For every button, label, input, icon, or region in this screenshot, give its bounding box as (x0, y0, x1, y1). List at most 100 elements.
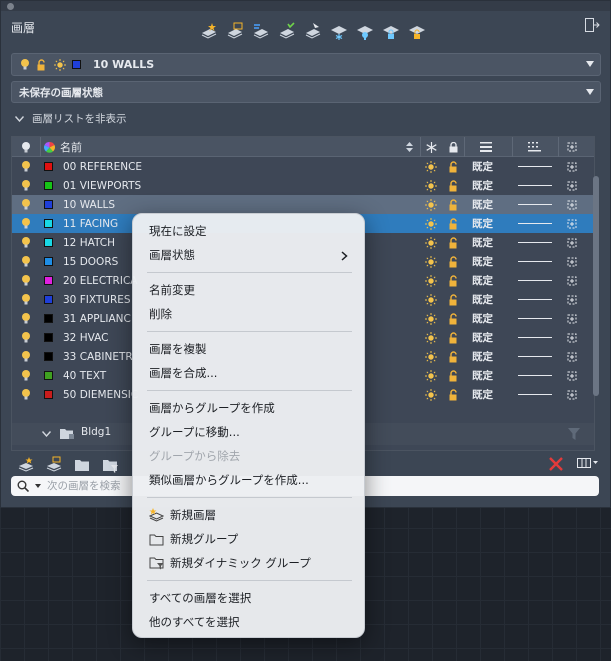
linetype-column-header[interactable] (528, 137, 541, 157)
menu-rename[interactable]: 名前変更 (149, 282, 195, 298)
lineweight-sample[interactable] (518, 223, 552, 224)
plot-icon[interactable] (566, 237, 578, 249)
lock-icon[interactable] (381, 21, 401, 41)
current-layer-dropdown[interactable]: 10 WALLS (11, 53, 601, 76)
bulb-on-icon[interactable] (21, 179, 31, 192)
plot-icon[interactable] (566, 256, 578, 268)
freeze-icon[interactable] (329, 21, 349, 41)
lineweight-sample[interactable] (518, 204, 552, 205)
layer-color-swatch[interactable] (44, 276, 53, 285)
layer-color-swatch[interactable] (44, 238, 53, 247)
linetype-value[interactable]: 既定 (472, 347, 493, 366)
linetype-value[interactable]: 既定 (472, 290, 493, 309)
layer-color-swatch[interactable] (44, 390, 53, 399)
menu-delete[interactable]: 削除 (149, 306, 172, 322)
layer-color-swatch[interactable] (44, 314, 53, 323)
linetype-value[interactable]: 既定 (472, 385, 493, 404)
layer-color-swatch[interactable] (44, 181, 53, 190)
menu-group-from-similar[interactable]: 類似画層からグループを作成... (149, 472, 309, 488)
menu-layer-states[interactable]: 画層状態 (149, 247, 349, 263)
thawed-sun-icon[interactable] (425, 312, 437, 325)
new-group-folder-icon[interactable] (73, 456, 91, 474)
thawed-sun-icon[interactable] (425, 350, 437, 363)
layer-state-dropdown[interactable]: 未保存の画層状態 (11, 81, 601, 103)
thawed-sun-icon[interactable] (425, 179, 437, 192)
layer-color-swatch[interactable] (44, 200, 53, 209)
lock-column-header[interactable] (449, 137, 458, 157)
unlocked-icon[interactable] (448, 160, 460, 173)
sort-toggle-icon[interactable] (406, 137, 413, 157)
freeze-column-header[interactable] (426, 137, 437, 157)
table-row[interactable]: 00 REFERENCE 既定 (12, 157, 594, 176)
menu-select-all-layers[interactable]: すべての画層を選択 (149, 590, 251, 606)
lineweight-sample[interactable] (518, 299, 552, 300)
layer-color-swatch[interactable] (44, 257, 53, 266)
title-bar[interactable] (1, 1, 610, 11)
bulb-on-icon[interactable] (21, 217, 31, 230)
new-vp-frozen-layer-icon[interactable] (225, 21, 245, 41)
menu-group-from-layers[interactable]: 画層からグループを作成 (149, 400, 275, 416)
hide-layer-list-toggle[interactable]: 画層リストを非表示 (15, 111, 127, 126)
linetype-value[interactable]: 既定 (472, 233, 493, 252)
linetype-value[interactable]: 既定 (472, 366, 493, 385)
new-vp-frozen-layer-icon[interactable] (45, 456, 63, 474)
bulb-on-icon[interactable] (21, 350, 31, 363)
bulb-on-icon[interactable] (21, 331, 31, 344)
filter-icon[interactable] (568, 428, 580, 440)
menu-merge-layers[interactable]: 画層を合成... (149, 365, 217, 381)
thawed-sun-icon[interactable] (425, 198, 437, 211)
plot-icon[interactable] (566, 313, 578, 325)
menu-select-all-others[interactable]: 他のすべてを選択 (149, 614, 240, 630)
plot-icon[interactable] (566, 199, 578, 211)
unlocked-icon[interactable] (448, 350, 460, 363)
unlocked-icon[interactable] (448, 331, 460, 344)
layer-color-swatch[interactable] (44, 352, 53, 361)
layer-color-swatch[interactable] (44, 295, 53, 304)
plot-icon[interactable] (566, 275, 578, 287)
unlocked-icon[interactable] (448, 179, 460, 192)
thawed-sun-icon[interactable] (425, 255, 437, 268)
unlocked-icon[interactable] (448, 198, 460, 211)
bulb-on-icon[interactable] (21, 274, 31, 287)
bulb-on-icon[interactable] (21, 255, 31, 268)
unlocked-icon[interactable] (448, 293, 460, 306)
linetype-value[interactable]: 既定 (472, 195, 493, 214)
lineweight-sample[interactable] (518, 318, 552, 319)
isolate-icon[interactable] (355, 21, 375, 41)
layer-match-icon[interactable] (303, 21, 323, 41)
unlocked-icon[interactable] (448, 369, 460, 382)
layer-color-swatch[interactable] (44, 371, 53, 380)
thawed-sun-icon[interactable] (425, 217, 437, 230)
unlocked-icon[interactable] (448, 236, 460, 249)
unlock-icon[interactable] (407, 21, 427, 41)
thawed-sun-icon[interactable] (425, 160, 437, 173)
thawed-sun-icon[interactable] (425, 331, 437, 344)
thawed-sun-icon[interactable] (425, 388, 437, 401)
unlocked-icon[interactable] (448, 217, 460, 230)
layer-color-swatch[interactable] (44, 162, 53, 171)
plot-icon[interactable] (566, 161, 578, 173)
new-layer-icon[interactable] (199, 21, 219, 41)
bulb-on-icon[interactable] (21, 160, 31, 173)
lineweight-column-header[interactable] (480, 137, 492, 157)
lineweight-sample[interactable] (518, 242, 552, 243)
bulb-on-icon[interactable] (21, 312, 31, 325)
thawed-sun-icon[interactable] (425, 274, 437, 287)
menu-new-group[interactable]: 新規グループ (149, 531, 238, 547)
linetype-value[interactable]: 既定 (472, 176, 493, 195)
plot-icon[interactable] (566, 294, 578, 306)
lineweight-sample[interactable] (518, 394, 552, 395)
lineweight-sample[interactable] (518, 337, 552, 338)
table-row[interactable]: 10 WALLS 既定 (12, 195, 594, 214)
chevron-down-icon[interactable] (35, 484, 41, 488)
linetype-value[interactable]: 既定 (472, 328, 493, 347)
on-column-header[interactable] (21, 137, 31, 157)
linetype-value[interactable]: 既定 (472, 271, 493, 290)
lineweight-sample[interactable] (518, 375, 552, 376)
linetype-value[interactable]: 既定 (472, 309, 493, 328)
dock-panel-icon[interactable] (584, 17, 600, 33)
name-column-header[interactable]: 名前 (44, 137, 82, 157)
thawed-sun-icon[interactable] (425, 369, 437, 382)
menu-move-to-group[interactable]: グループに移動... (149, 424, 240, 440)
lineweight-sample[interactable] (518, 261, 552, 262)
